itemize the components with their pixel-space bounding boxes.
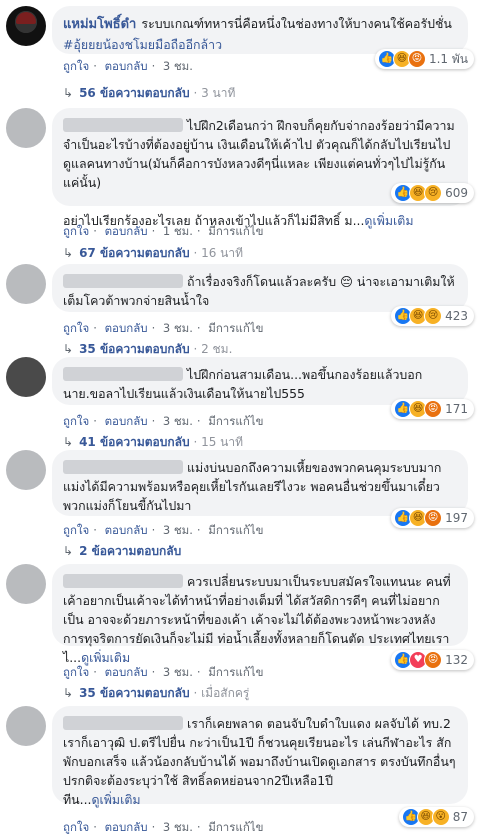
avatar[interactable] [6, 357, 46, 397]
view-replies-link[interactable]: ↳ 56 ข้อความตอบกลับ · 3 นาที [63, 84, 235, 103]
reaction-count: 423 [445, 309, 468, 323]
reaction-count: 609 [445, 186, 468, 200]
reply-time: 3 นาที [201, 86, 236, 100]
comment-text: ระบบเกณฑ์ทหารนี่คือหนึ่งในช่องทางให้บางค… [141, 16, 456, 31]
view-replies-link[interactable]: ↳ 2 ข้อความตอบกลับ [63, 542, 181, 561]
reaction-summary[interactable]: 👍 😆 😡 171 [391, 399, 474, 419]
view-replies-link[interactable]: ↳ 67 ข้อความตอบกลับ · 16 นาที [63, 244, 243, 263]
reply-arrow-icon: ↳ [63, 435, 74, 449]
edited-label: มีการแก้ไข [208, 665, 264, 679]
sad-reaction-icon: 😢 [424, 184, 443, 202]
reply-arrow-icon: ↳ [63, 86, 74, 100]
comment-text: ไปฝึก2เดือนกว่า ฝึกจบก็คุยกับจ่ากองร้อยว… [63, 118, 455, 228]
reply-arrow-icon: ↳ [63, 686, 74, 700]
comment-actions: ถูกใจ · ตอบกลับ · 3 ชม. · มีการแก้ไข [63, 665, 264, 679]
reaction-count: 1.1 พัน [428, 51, 468, 66]
view-replies-link[interactable]: ↳ 35 ข้อความตอบกลับ · เมื่อสักครู่ [63, 684, 249, 703]
reaction-summary[interactable]: 👍 😆 😢 609 [391, 183, 474, 203]
comment-bubble: เราก็เคยพลาด ตอนจับใบดำใบแดง ผลจับได้ ทบ… [52, 706, 468, 807]
author-name[interactable]: แหม่มโพธิ์ดำ [63, 17, 136, 32]
reply-arrow-icon: ↳ [63, 246, 74, 260]
see-more-link[interactable]: ดูเพิ่มเติม [91, 792, 140, 807]
reaction-summary[interactable]: 👍 😆 😢 423 [391, 306, 474, 326]
blurred-author-name [63, 367, 183, 381]
reply-arrow-icon: ↳ [63, 544, 74, 558]
comment-time[interactable]: 3 ชม. [163, 820, 193, 834]
comment-time[interactable]: 3 ชม. [163, 414, 193, 428]
reply-time: 2 ชม. [201, 342, 233, 356]
comment-bubble: ควรเปลี่ยนระบบมาเป็นระบบสมัครใจแทนนะ คนท… [52, 564, 468, 665]
reaction-count: 171 [445, 402, 468, 416]
avatar[interactable] [6, 450, 46, 490]
reply-action[interactable]: ตอบกลับ [105, 224, 148, 238]
wow-reaction-icon: 😮 [431, 808, 450, 826]
like-action[interactable]: ถูกใจ [63, 414, 89, 428]
see-more-link[interactable]: ดูเพิ่มเติม [364, 213, 413, 228]
reply-arrow-icon: ↳ [63, 342, 74, 356]
reaction-summary[interactable]: 👍 😆 😡 1.1 พัน [374, 49, 474, 69]
comment-bubble: แม่งบ่นบอกถึงความเหี้ยของพวกคนคุมระบบมาก… [52, 450, 468, 516]
comment-bubble: ถ้าเรื่องจริงก็โดนแล้วละครับ 😔 น่าจะเอาม… [52, 264, 468, 312]
comment-time[interactable]: 3 ชม. [163, 321, 193, 335]
edited-label: มีการแก้ไข [208, 321, 264, 335]
comment-actions: ถูกใจ · ตอบกลับ · 3 ชม. · มีการแก้ไข [63, 820, 264, 834]
blurred-author-name [63, 118, 183, 132]
edited-label: มีการแก้ไข [208, 523, 264, 537]
comment-time[interactable]: 1 ชม. [163, 224, 193, 238]
avatar[interactable] [6, 706, 46, 746]
reply-action[interactable]: ตอบกลับ [105, 414, 148, 428]
see-more-link[interactable]: ดูเพิ่มเติม [81, 650, 130, 665]
like-action[interactable]: ถูกใจ [63, 523, 89, 537]
edited-label: มีการแก้ไข [208, 224, 264, 238]
angry-reaction-icon: 😡 [407, 50, 426, 68]
reaction-summary[interactable]: 👍 ♥ 😡 132 [391, 650, 474, 670]
reply-action[interactable]: ตอบกลับ [105, 59, 148, 73]
comment-bubble: ไปฝึกก่อนสามเดือน...พอขึ้นกองร้อยแล้วบอก… [52, 357, 468, 405]
reply-time: 16 นาที [201, 246, 244, 260]
like-action[interactable]: ถูกใจ [63, 224, 89, 238]
avatar[interactable] [6, 6, 46, 46]
comments-thread: แหม่มโพธิ์ดำ ระบบเกณฑ์ทหารนี่คือหนึ่งในช… [0, 0, 480, 836]
like-action[interactable]: ถูกใจ [63, 665, 89, 679]
reaction-count: 87 [452, 810, 468, 824]
comment-time[interactable]: 3 ชม. [163, 665, 193, 679]
edited-label: มีการแก้ไข [208, 820, 264, 834]
blurred-author-name [63, 274, 183, 288]
like-action[interactable]: ถูกใจ [63, 820, 89, 834]
comment-bubble: แหม่มโพธิ์ดำ ระบบเกณฑ์ทหารนี่คือหนึ่งในช… [52, 6, 468, 54]
edited-label: มีการแก้ไข [208, 414, 264, 428]
blurred-author-name [63, 574, 183, 588]
avatar[interactable] [6, 108, 46, 148]
comment-time[interactable]: 3 ชม. [163, 523, 193, 537]
reaction-summary[interactable]: 👍 😆 😮 87 [398, 807, 474, 827]
reply-action[interactable]: ตอบกลับ [105, 820, 148, 834]
reply-action[interactable]: ตอบกลับ [105, 523, 148, 537]
reply-action[interactable]: ตอบกลับ [105, 321, 148, 335]
blurred-author-name [63, 716, 183, 730]
like-action[interactable]: ถูกใจ [63, 59, 89, 73]
hashtag-link[interactable]: #อุ้ยยยน้องชโมยมือถืออีกล้าว [63, 37, 222, 52]
angry-reaction-icon: 😡 [424, 651, 443, 669]
reaction-summary[interactable]: 👍 😆 😡 197 [391, 508, 474, 528]
sad-reaction-icon: 😢 [424, 307, 443, 325]
reply-time: เมื่อสักครู่ [201, 686, 250, 700]
reaction-count: 197 [445, 511, 468, 525]
reply-time: 15 นาที [201, 435, 244, 449]
blurred-author-name [63, 460, 183, 474]
comment-actions: ถูกใจ · ตอบกลับ · 3 ชม. · มีการแก้ไข [63, 414, 264, 428]
like-action[interactable]: ถูกใจ [63, 321, 89, 335]
comment-actions: ถูกใจ · ตอบกลับ · 3 ชม. · มีการแก้ไข [63, 321, 264, 335]
angry-reaction-icon: 😡 [424, 400, 443, 418]
comment-actions: ถูกใจ · ตอบกลับ · 1 ชม. · มีการแก้ไข [63, 224, 264, 238]
avatar[interactable] [6, 264, 46, 304]
reply-action[interactable]: ตอบกลับ [105, 665, 148, 679]
reaction-count: 132 [445, 653, 468, 667]
comment-actions: ถูกใจ · ตอบกลับ · 3 ชม. [63, 59, 193, 73]
comment-actions: ถูกใจ · ตอบกลับ · 3 ชม. · มีการแก้ไข [63, 523, 264, 537]
angry-reaction-icon: 😡 [424, 509, 443, 527]
comment-time[interactable]: 3 ชม. [163, 59, 193, 73]
avatar[interactable] [6, 564, 46, 604]
